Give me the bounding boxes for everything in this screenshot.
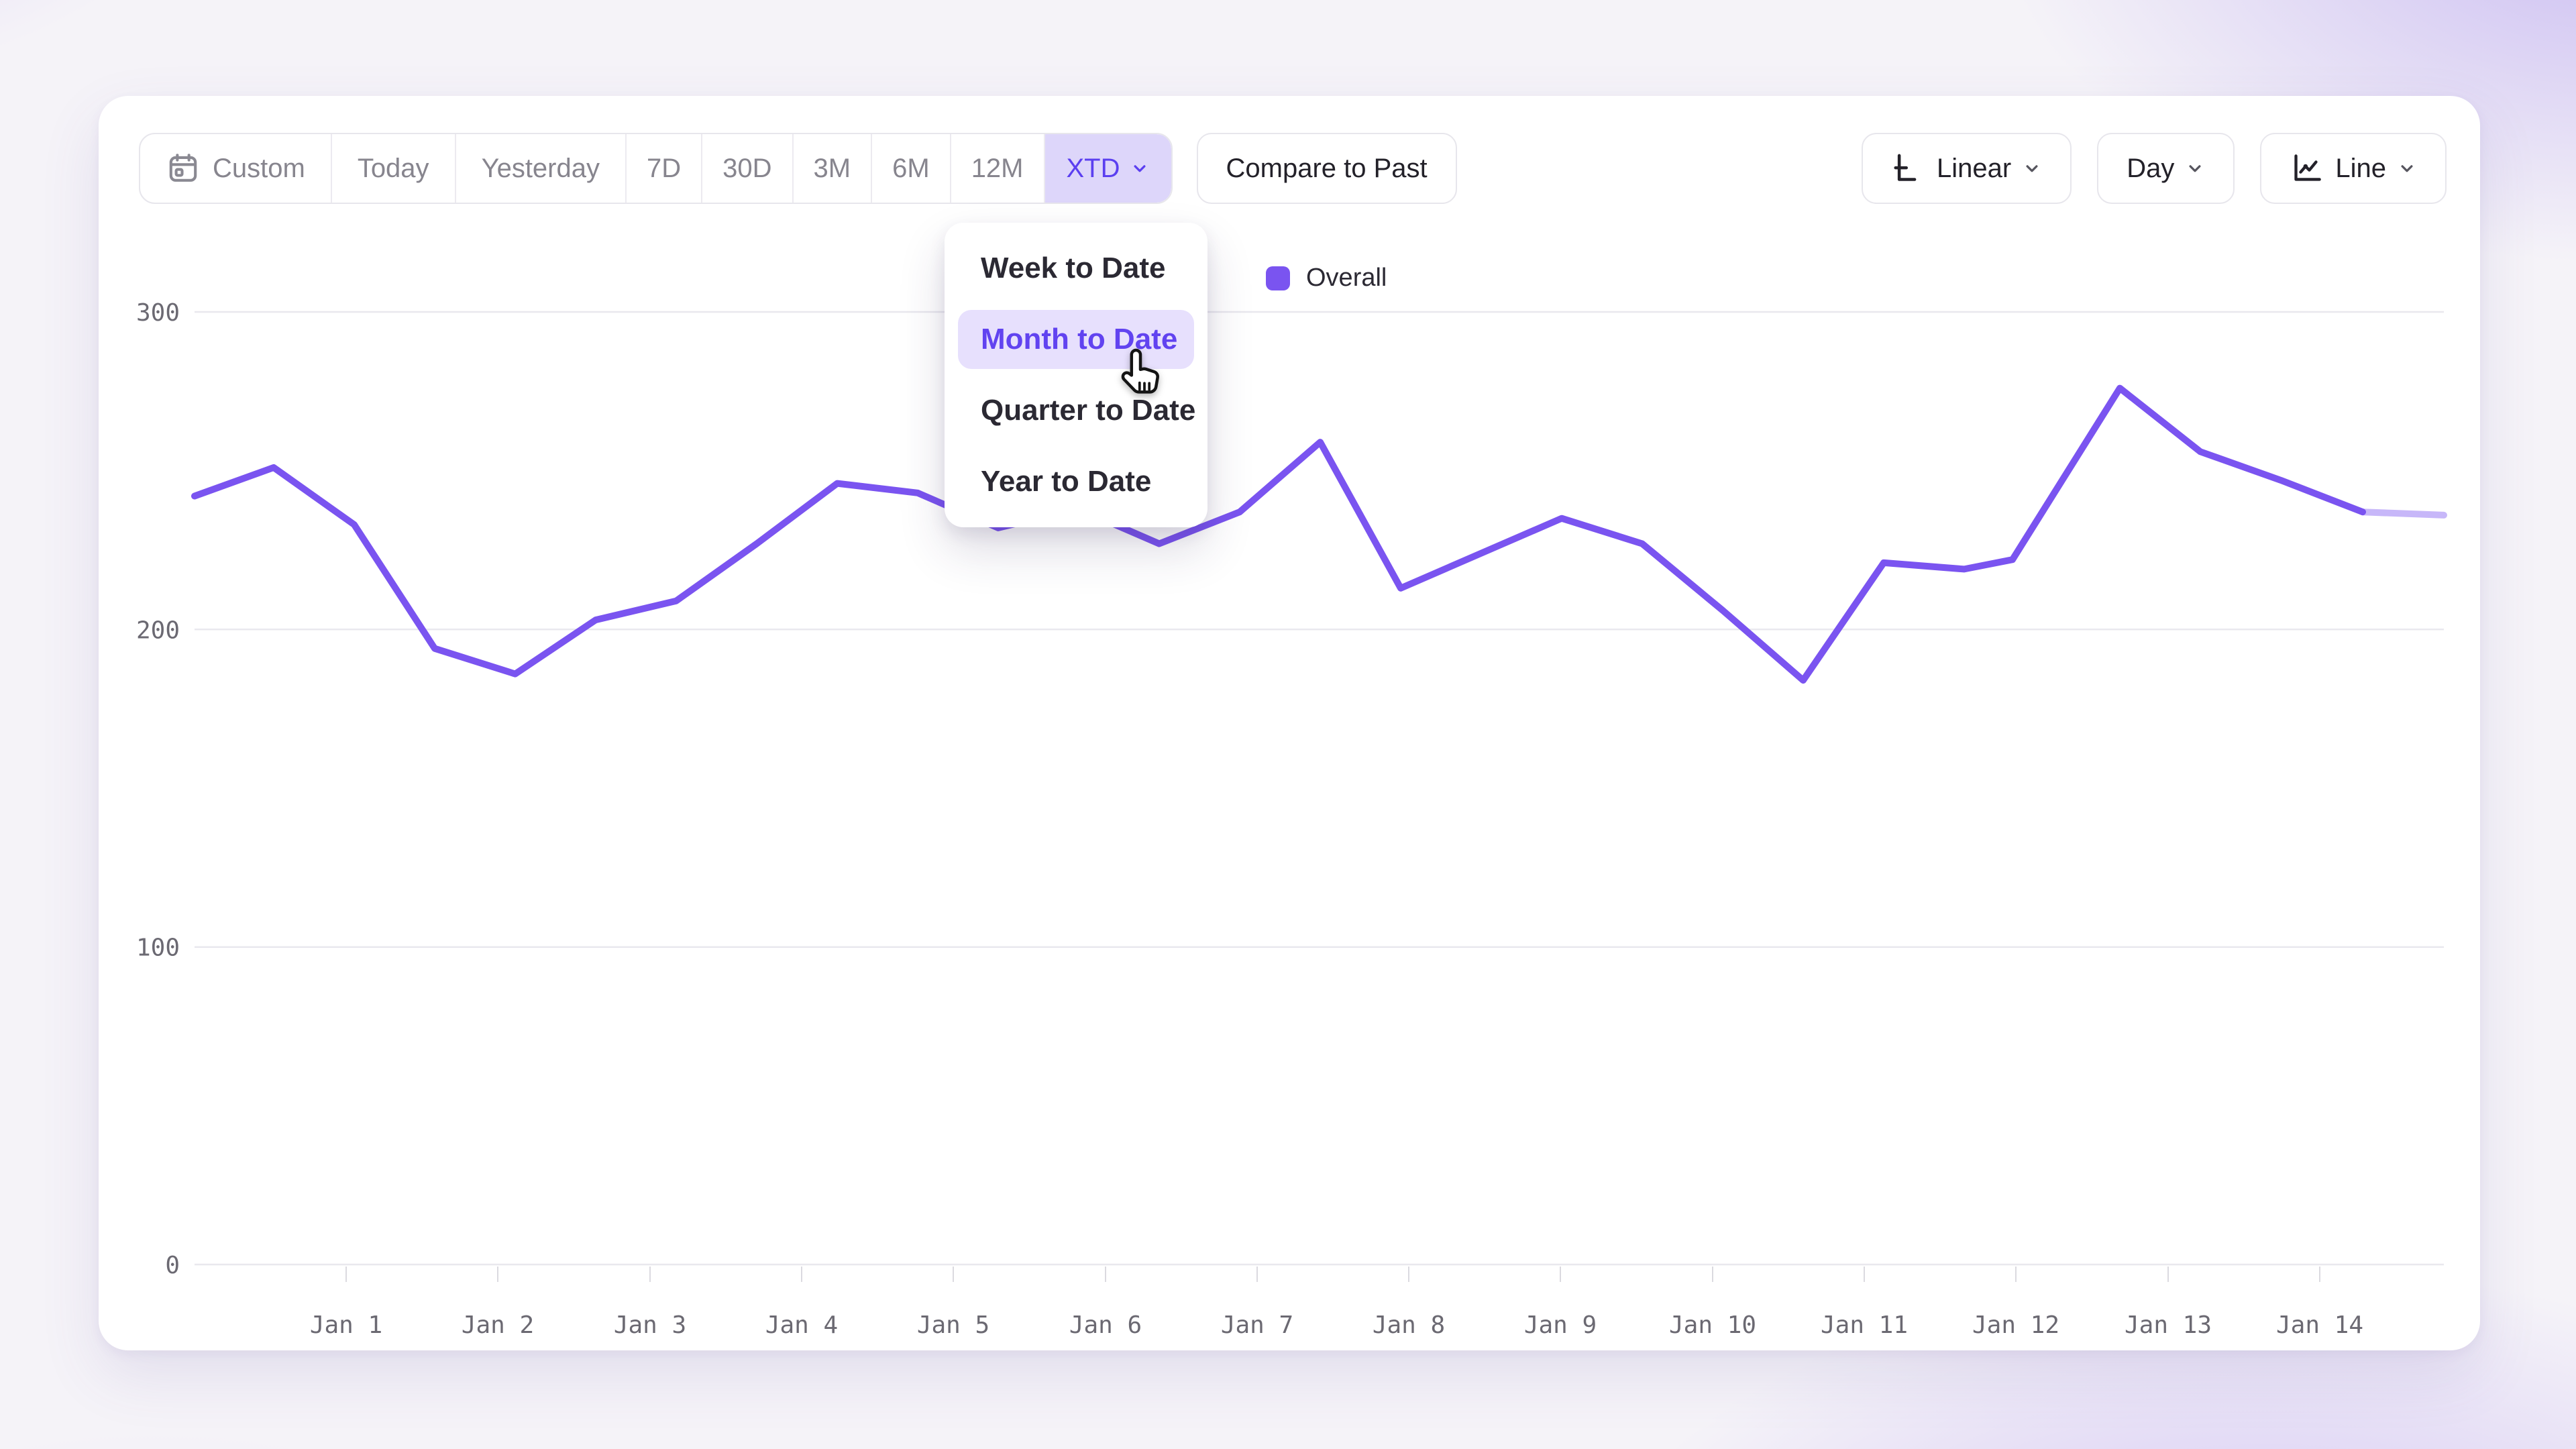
x-axis-label: Jan 14 bbox=[2276, 1311, 2363, 1339]
x-axis-label: Jan 7 bbox=[1221, 1311, 1293, 1339]
range-item-custom[interactable]: Custom bbox=[140, 134, 331, 203]
range-label-6m: 6M bbox=[892, 154, 930, 184]
x-axis-label: Jan 6 bbox=[1069, 1311, 1142, 1339]
range-label-12m: 12M bbox=[971, 154, 1024, 184]
range-item-12m[interactable]: 12M bbox=[950, 134, 1044, 203]
y-axis-label-200: 200 bbox=[136, 616, 180, 644]
chart-legend: Overall bbox=[1266, 264, 1387, 292]
range-label-yesterday: Yesterday bbox=[482, 154, 600, 184]
range-item-3m[interactable]: 3M bbox=[792, 134, 871, 203]
legend-swatch-overall bbox=[1266, 266, 1290, 290]
x-axis-label: Jan 3 bbox=[614, 1311, 686, 1339]
y-axis-label-0: 0 bbox=[165, 1252, 180, 1279]
series-line-overall bbox=[195, 388, 2363, 681]
cursor-pointer-icon bbox=[1112, 346, 1169, 410]
range-item-xtd[interactable]: XTD bbox=[1044, 134, 1171, 203]
dashboard-card: 300 200 100 0 Jan 1 Jan 2 Jan 3 Jan 4 Jan 5 Jan 6… bbox=[99, 96, 2480, 1350]
compare-to-past-label: Compare to Past bbox=[1226, 154, 1428, 184]
chart-type-dropdown-button[interactable]: Line bbox=[2260, 133, 2447, 204]
x-axis-label: Jan 8 bbox=[1373, 1311, 1445, 1339]
granularity-dropdown-button[interactable]: Day bbox=[2097, 133, 2235, 204]
compare-to-past-button[interactable]: Compare to Past bbox=[1197, 133, 1457, 204]
toolbar-spacer bbox=[1457, 133, 1862, 204]
x-axis-label: Jan 5 bbox=[917, 1311, 989, 1339]
x-axis-label: Jan 11 bbox=[1821, 1311, 1908, 1339]
menu-item-label: Week to Date bbox=[981, 252, 1166, 285]
x-axis-label: Jan 4 bbox=[765, 1311, 838, 1339]
x-axis-label: Jan 2 bbox=[462, 1311, 534, 1339]
y-axis-label-300: 300 bbox=[136, 299, 180, 327]
toolbar: Custom Today Yesterday 7D 30D 3M 6M 12M bbox=[139, 133, 2447, 204]
line-chart-icon bbox=[2290, 151, 2324, 186]
x-axis-label: Jan 10 bbox=[1669, 1311, 1756, 1339]
range-item-6m[interactable]: 6M bbox=[871, 134, 950, 203]
series-line-pending bbox=[2363, 512, 2444, 515]
range-item-yesterday[interactable]: Yesterday bbox=[455, 134, 625, 203]
scale-label: Linear bbox=[1937, 154, 2011, 184]
chevron-down-icon bbox=[2185, 158, 2205, 178]
chevron-down-icon bbox=[2397, 158, 2417, 178]
x-axis-label: Jan 9 bbox=[1524, 1311, 1597, 1339]
page-background: { "toolbar": { "ranges": ["Custom", "Tod… bbox=[0, 0, 2576, 1449]
scale-dropdown-button[interactable]: Linear bbox=[1862, 133, 2072, 204]
calendar-icon bbox=[166, 151, 201, 186]
menu-item-week-to-date[interactable]: Week to Date bbox=[958, 239, 1194, 298]
range-segmented-control: Custom Today Yesterday 7D 30D 3M 6M 12M bbox=[139, 133, 1173, 204]
chevron-down-icon bbox=[1130, 158, 1150, 178]
menu-item-label: Year to Date bbox=[981, 465, 1151, 498]
x-axis-label: Jan 13 bbox=[2125, 1311, 2212, 1339]
range-label-7d: 7D bbox=[647, 154, 681, 184]
y-axis-label-100: 100 bbox=[136, 934, 180, 962]
chevron-down-icon bbox=[2022, 158, 2042, 178]
legend-label: Overall bbox=[1306, 264, 1387, 292]
chart-type-label: Line bbox=[2335, 154, 2386, 184]
range-label-3m: 3M bbox=[814, 154, 851, 184]
range-label-today: Today bbox=[358, 154, 429, 184]
range-item-30d[interactable]: 30D bbox=[701, 134, 792, 203]
range-item-today[interactable]: Today bbox=[331, 134, 455, 203]
range-item-7d[interactable]: 7D bbox=[625, 134, 701, 203]
x-axis-label: Jan 1 bbox=[310, 1311, 382, 1339]
x-axis-label: Jan 12 bbox=[1972, 1311, 2059, 1339]
granularity-label: Day bbox=[2127, 154, 2174, 184]
menu-item-year-to-date[interactable]: Year to Date bbox=[958, 452, 1194, 511]
chart-options-group: Linear Day Line bbox=[1862, 133, 2447, 204]
linear-scale-icon bbox=[1891, 151, 1926, 186]
range-label-xtd: XTD bbox=[1067, 154, 1120, 184]
range-label-30d: 30D bbox=[722, 154, 771, 184]
range-label-custom: Custom bbox=[213, 154, 305, 184]
